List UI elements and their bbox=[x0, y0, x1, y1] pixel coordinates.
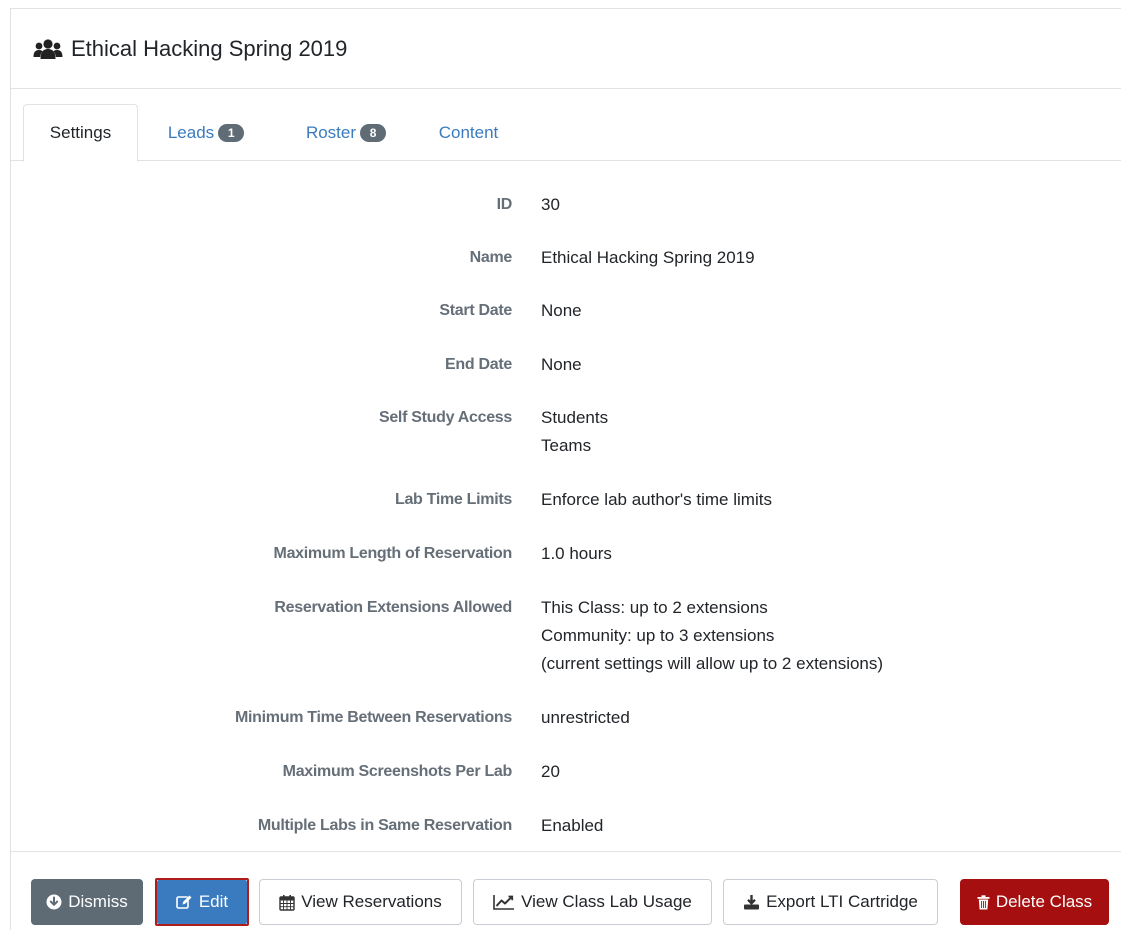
setting-value-line: 1.0 hours bbox=[541, 544, 612, 563]
dismiss-button[interactable]: Dismiss bbox=[31, 879, 143, 925]
export-lti-cartridge-button[interactable]: Export LTI Cartridge bbox=[723, 879, 938, 925]
setting-value-line: Teams bbox=[541, 436, 592, 455]
setting-value: unrestricted bbox=[541, 704, 630, 732]
download-icon bbox=[743, 894, 760, 910]
class-panel: Ethical Hacking Spring 2019 Settings Lea… bbox=[10, 8, 1121, 930]
setting-label: Reservation Extensions Allowed bbox=[274, 599, 512, 616]
trash-icon bbox=[977, 894, 990, 910]
setting-value-line: Enabled bbox=[541, 816, 604, 835]
setting-value-line: Enforce lab author's time limits bbox=[541, 490, 772, 509]
users-icon bbox=[33, 38, 63, 60]
circle-arrow-down-icon bbox=[46, 894, 62, 910]
setting-value: This Class: up to 2 extensions Community… bbox=[541, 594, 883, 678]
page-title: Ethical Hacking Spring 2019 bbox=[71, 35, 348, 61]
tab-content[interactable]: Content bbox=[421, 104, 516, 161]
setting-value: Ethical Hacking Spring 2019 bbox=[541, 244, 755, 272]
setting-label: Start Date bbox=[439, 302, 512, 319]
setting-value-line: 20 bbox=[541, 762, 560, 781]
setting-value: None bbox=[541, 351, 582, 379]
roster-count-badge: 8 bbox=[360, 123, 387, 142]
tab-bar: Settings Leads 1 Roster 8 Content bbox=[11, 89, 1121, 162]
tab-leads-label: Leads bbox=[167, 122, 215, 142]
line-chart-icon bbox=[493, 894, 515, 910]
setting-value: 20 bbox=[541, 758, 560, 786]
setting-label: Name bbox=[469, 249, 513, 266]
setting-value: Students Teams bbox=[541, 404, 608, 460]
tab-settings[interactable]: Settings bbox=[23, 104, 138, 162]
delete-class-label: Delete Class bbox=[995, 892, 1093, 911]
setting-value-line: Students bbox=[541, 408, 609, 427]
setting-value: None bbox=[541, 297, 582, 325]
view-class-lab-usage-label: View Class Lab Usage bbox=[521, 892, 692, 911]
setting-value-line: This Class: up to 2 extensions bbox=[541, 598, 768, 617]
setting-value-line: Ethical Hacking Spring 2019 bbox=[541, 248, 755, 267]
edit-button[interactable]: Edit bbox=[157, 880, 247, 924]
setting-value-line: 30 bbox=[541, 195, 560, 214]
delete-class-button[interactable]: Delete Class bbox=[960, 879, 1109, 925]
view-reservations-button[interactable]: View Reservations bbox=[259, 879, 462, 925]
setting-value-line: Community: up to 3 extensions bbox=[541, 626, 775, 645]
setting-value: Enabled bbox=[541, 812, 603, 840]
setting-label: ID bbox=[496, 196, 513, 213]
setting-label: Minimum Time Between Reservations bbox=[235, 709, 512, 726]
edit-icon bbox=[176, 894, 193, 910]
tab-settings-label: Settings bbox=[49, 123, 112, 142]
setting-label: End Date bbox=[445, 356, 512, 373]
tab-leads[interactable]: Leads 1 bbox=[151, 104, 261, 161]
setting-label: Maximum Length of Reservation bbox=[273, 545, 513, 562]
calendar-icon bbox=[279, 894, 295, 911]
setting-label: Lab Time Limits bbox=[394, 491, 512, 508]
export-lti-cartridge-label: Export LTI Cartridge bbox=[766, 892, 918, 911]
view-reservations-label: View Reservations bbox=[301, 892, 442, 911]
action-bar: Dismiss Edit View Reservations View Clas… bbox=[11, 851, 1121, 932]
edit-label: Edit bbox=[198, 892, 229, 911]
setting-label: Multiple Labs in Same Reservation bbox=[257, 817, 512, 834]
tab-content-label: Content bbox=[438, 122, 499, 142]
panel-header: Ethical Hacking Spring 2019 bbox=[11, 9, 1121, 89]
tab-roster-label: Roster bbox=[305, 122, 357, 142]
setting-value: 1.0 hours bbox=[541, 540, 612, 568]
setting-value: Enforce lab author's time limits bbox=[541, 486, 772, 514]
setting-label: Maximum Screenshots Per Lab bbox=[282, 763, 513, 780]
leads-count-badge: 1 bbox=[218, 123, 245, 142]
setting-value-line: (current settings will allow up to 2 ext… bbox=[541, 654, 884, 673]
setting-value: 30 bbox=[541, 191, 560, 219]
dismiss-label: Dismiss bbox=[68, 892, 128, 911]
setting-label: Self Study Access bbox=[378, 409, 512, 426]
setting-value-line: unrestricted bbox=[541, 708, 630, 727]
view-class-lab-usage-button[interactable]: View Class Lab Usage bbox=[473, 879, 712, 925]
setting-value-line: None bbox=[541, 301, 582, 320]
tab-roster[interactable]: Roster 8 bbox=[291, 104, 401, 161]
setting-value-line: None bbox=[541, 355, 582, 374]
